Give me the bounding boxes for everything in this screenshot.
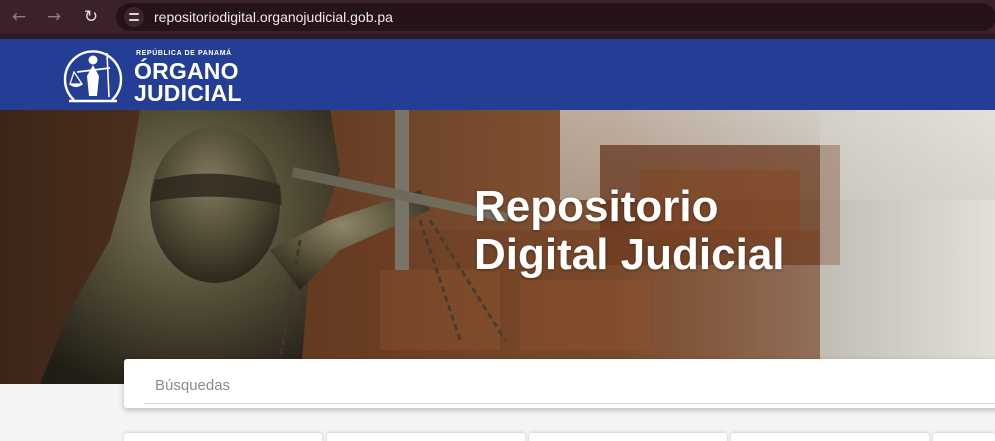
logo-republic-text: REPÚBLICA DE PANAMÁ <box>136 50 232 57</box>
reload-icon[interactable]: ↻ <box>79 6 103 28</box>
hero-title-line1: Repositorio <box>474 182 719 231</box>
site-info-icon[interactable] <box>124 7 144 27</box>
forward-arrow-icon[interactable]: → <box>42 6 66 28</box>
address-url[interactable]: repositoriodigital.organojudicial.gob.pa <box>154 9 393 25</box>
search-input[interactable] <box>144 368 995 404</box>
category-card[interactable] <box>124 433 322 441</box>
lady-justice-logo-icon[interactable] <box>60 45 126 105</box>
back-arrow-icon[interactable]: ← <box>7 6 31 28</box>
hero-title-line2: Digital Judicial <box>474 230 785 279</box>
category-card[interactable] <box>731 433 929 441</box>
category-card[interactable] <box>327 433 525 441</box>
category-card[interactable] <box>933 433 995 441</box>
logo-judicial-text: JUDICIAL <box>134 80 242 106</box>
category-card[interactable] <box>529 433 727 441</box>
